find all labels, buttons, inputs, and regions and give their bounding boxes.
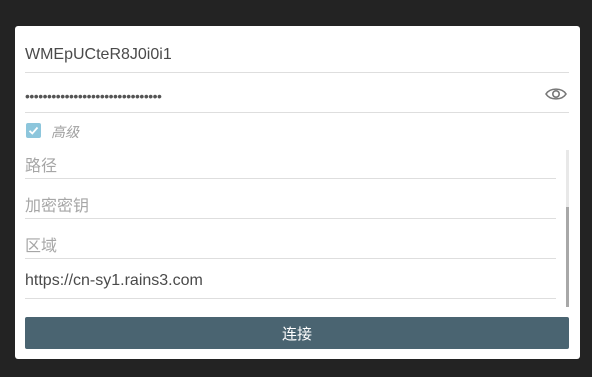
- check-icon: [28, 126, 39, 135]
- scrollbar-thumb[interactable]: [566, 207, 569, 307]
- secret-key-field[interactable]: •••••••••••••••••••••••••••••••: [25, 78, 569, 113]
- scrollbar[interactable]: [566, 150, 569, 307]
- advanced-label: 高级: [51, 124, 79, 140]
- access-key-value: WMEpUCteR8J0i0i1: [25, 46, 172, 63]
- endpoint-field[interactable]: https://cn-sy1.rains3.com: [25, 264, 556, 299]
- secret-key-value: •••••••••••••••••••••••••••••••: [25, 88, 162, 104]
- eye-icon[interactable]: [545, 86, 567, 102]
- path-placeholder: 路径: [25, 158, 58, 175]
- region-field[interactable]: 区域: [25, 224, 556, 259]
- endpoint-value: https://cn-sy1.rains3.com: [25, 272, 203, 289]
- region-placeholder: 区域: [25, 238, 58, 255]
- access-key-field[interactable]: WMEpUCteR8J0i0i1: [25, 38, 569, 73]
- connect-button[interactable]: 连接: [25, 317, 569, 349]
- advanced-checkbox[interactable]: [26, 123, 41, 138]
- path-field[interactable]: 路径: [25, 150, 556, 179]
- connection-dialog: WMEpUCteR8J0i0i1 •••••••••••••••••••••••…: [15, 26, 580, 359]
- encryption-key-placeholder: 加密密钥: [25, 198, 90, 215]
- encryption-key-field[interactable]: 加密密钥: [25, 184, 556, 219]
